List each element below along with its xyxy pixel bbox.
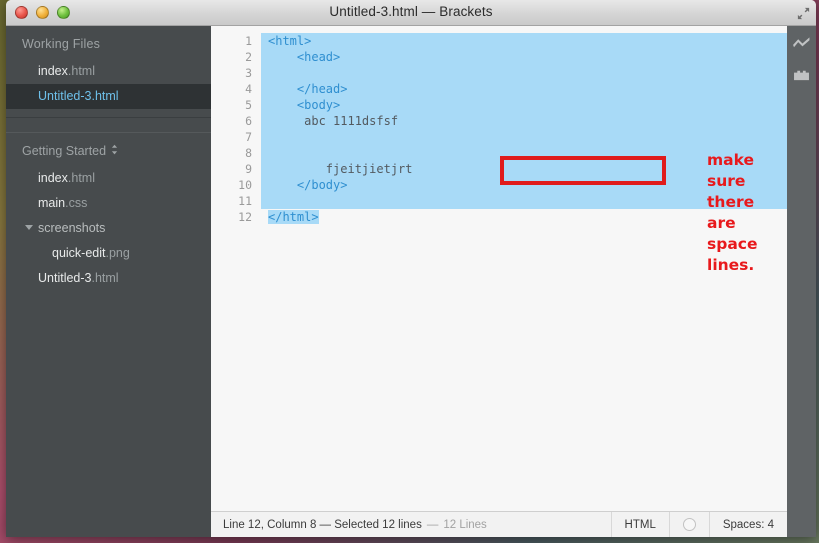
code-line-text: abc 1111dsfsf xyxy=(261,113,787,129)
project-file-index-html[interactable]: index.html xyxy=(6,166,211,191)
working-files-header: Working Files xyxy=(22,37,101,51)
file-basename: index xyxy=(38,171,68,185)
line-number: 6 xyxy=(245,114,252,128)
working-file-index-html[interactable]: index.html xyxy=(6,59,211,84)
code-line: 6 abc 1111dsfsf xyxy=(211,113,787,129)
line-number: 8 xyxy=(245,146,252,160)
extension-brick-icon[interactable] xyxy=(792,68,811,87)
code-line-text: <head> xyxy=(261,49,787,65)
line-number: 10 xyxy=(238,178,252,192)
cursor-status: Line 12, Column 8 — Selected 12 lines — … xyxy=(211,512,611,537)
file-basename: Untitled-3 xyxy=(38,271,92,285)
line-number: 5 xyxy=(245,98,252,112)
code-line: 8 xyxy=(211,145,787,161)
project-file-quick-edit-png[interactable]: quick-edit.png xyxy=(6,241,211,266)
code-line-text: </head> xyxy=(261,81,787,97)
indent-selector[interactable]: Spaces: 4 xyxy=(708,512,787,537)
project-file-untitled-3-html[interactable]: Untitled-3.html xyxy=(6,266,211,291)
folder-name: screenshots xyxy=(38,221,106,235)
code-line: 1 <html> xyxy=(211,33,787,49)
code-line-text xyxy=(261,65,787,81)
sidebar: Working Files index.html Untitled-3.html… xyxy=(6,26,223,537)
window-body: Working Files index.html Untitled-3.html… xyxy=(6,26,816,537)
code-line: 9 fjeitjietjrt xyxy=(211,161,787,177)
code-line: 2 <head> xyxy=(211,49,787,65)
project-file-main-css[interactable]: main.css xyxy=(6,191,211,216)
code-line: 12 </html> xyxy=(211,209,787,225)
code-line-text: <html> xyxy=(261,33,787,49)
status-separator: — xyxy=(426,518,439,531)
line-count: 12 Lines xyxy=(443,518,487,531)
line-number: 2 xyxy=(245,50,252,64)
annotation-rectangle xyxy=(500,156,666,185)
file-extension: .css xyxy=(65,196,88,210)
status-indicator-cell[interactable] xyxy=(668,512,709,537)
file-basename: Untitled-3 xyxy=(38,89,92,103)
code-line: 11 xyxy=(211,193,787,209)
code-line: 10 </body> xyxy=(211,177,787,193)
file-basename: quick-edit xyxy=(52,246,106,260)
code-line: 7 xyxy=(211,129,787,145)
circle-icon xyxy=(682,518,696,531)
file-basename: index xyxy=(38,64,68,78)
window-titlebar: Untitled-3.html — Brackets xyxy=(6,0,816,26)
line-number: 1 xyxy=(245,34,252,48)
updown-chevron-icon xyxy=(111,144,118,158)
code-line-text xyxy=(261,129,787,145)
line-number: 11 xyxy=(238,194,252,208)
code-lines: 1 <html> 2 <head> 3 4 </head> 5 <body> 6 abc 1… xyxy=(211,33,787,225)
working-file-untitled-3-html[interactable]: Untitled-3.html xyxy=(6,84,223,109)
brackets-window: Untitled-3.html — Brackets Working Files… xyxy=(6,0,816,537)
code-line: 4 </head> xyxy=(211,81,787,97)
project-title: Getting Started xyxy=(22,144,107,158)
line-number: 4 xyxy=(245,82,252,96)
editor-column: 1 <html> 2 <head> 3 4 </head> 5 <body> 6 abc 1… xyxy=(211,26,787,537)
annotation-note: make sure there are space lines. xyxy=(707,151,758,274)
code-editor[interactable]: 1 <html> 2 <head> 3 4 </head> 5 <body> 6 abc 1… xyxy=(211,26,787,511)
window-title: Untitled-3.html — Brackets xyxy=(329,4,493,19)
desktop-background: Untitled-3.html — Brackets Working Files… xyxy=(0,0,819,543)
fullscreen-arrows-icon[interactable] xyxy=(794,4,812,22)
file-extension: .png xyxy=(105,246,130,260)
right-toolbar xyxy=(787,26,816,537)
project-title-dropdown[interactable]: Getting Started xyxy=(6,133,211,166)
file-basename: main xyxy=(38,196,66,210)
line-number: 7 xyxy=(245,130,252,144)
status-bar: Line 12, Column 8 — Selected 12 lines — … xyxy=(211,511,787,537)
line-number: 12 xyxy=(238,210,252,224)
line-number: 9 xyxy=(245,162,252,176)
code-line: 5 <body> xyxy=(211,97,787,113)
project-folder-screenshots[interactable]: screenshots xyxy=(6,216,211,241)
file-extension: .html xyxy=(67,64,95,78)
line-number: 3 xyxy=(245,66,252,80)
code-line: 3 xyxy=(211,65,787,81)
code-line-text: <body> xyxy=(261,97,787,113)
disclosure-triangle-icon[interactable] xyxy=(25,225,33,230)
language-selector[interactable]: HTML xyxy=(610,512,669,537)
file-extension: .html xyxy=(91,271,119,285)
file-extension: .html xyxy=(91,89,119,103)
cursor-info: Line 12, Column 8 — Selected 12 lines xyxy=(223,518,422,531)
lightning-bolt-icon[interactable] xyxy=(792,36,811,56)
file-extension: .html xyxy=(67,171,95,185)
